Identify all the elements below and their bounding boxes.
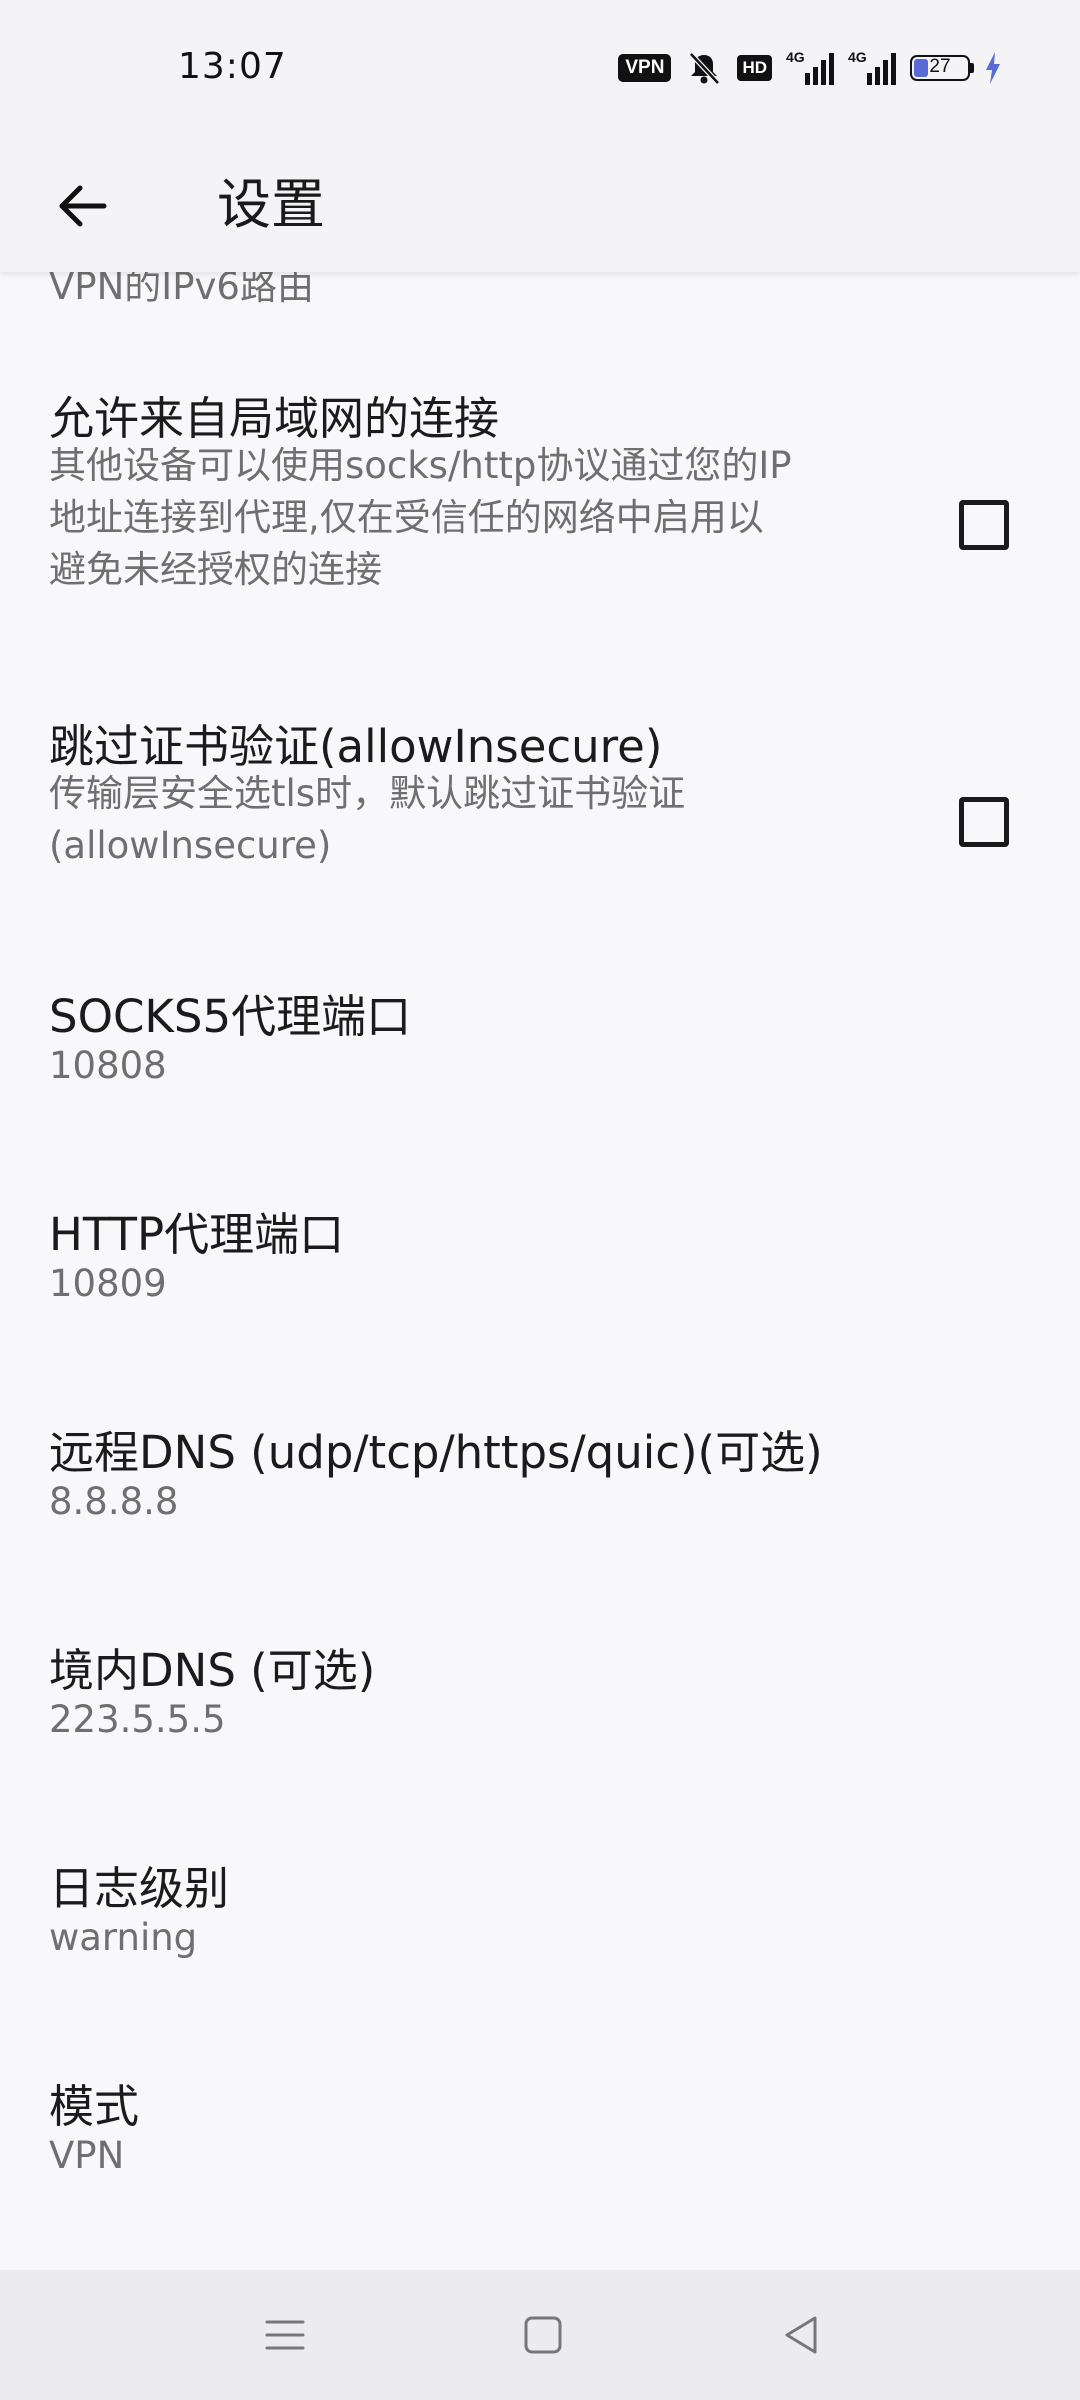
signal-4g-icon: 4G [786, 49, 834, 85]
pref-mode-title: 模式 [49, 2080, 140, 2133]
summary-line: 传输层安全选tls时，默认跳过证书验证 [49, 772, 686, 815]
pref-allow-insecure-title: 跳过证书验证(allowInsecure) [49, 720, 663, 773]
home-square-icon [524, 2316, 562, 2354]
status-time: 13:07 [178, 46, 287, 87]
status-bar: 13:07 VPN HD 4G 4G 27 [0, 0, 1080, 140]
pref-http-port-title: HTTP代理端口 [49, 1208, 345, 1261]
arrow-left-icon [59, 185, 107, 227]
pref-http-port[interactable]: HTTP代理端口 10809 [0, 1198, 1080, 1398]
recents-button[interactable] [245, 2295, 325, 2375]
pref-mode-value: VPN [49, 2134, 125, 2177]
pref-log-level-title: 日志级别 [49, 1862, 230, 1915]
battery-icon: 27 [910, 51, 1002, 85]
pref-allow-insecure[interactable]: 跳过证书验证(allowInsecure) 传输层安全选tls时，默认跳过证书验… [0, 710, 1080, 910]
charging-bolt-icon [984, 51, 1002, 85]
pref-socks-port[interactable]: SOCKS5代理端口 10808 [0, 980, 1080, 1180]
signal-2-label: 4G [848, 49, 867, 65]
back-triangle-icon [785, 2316, 817, 2354]
system-nav-bar [0, 2270, 1080, 2400]
pref-domestic-dns-value: 223.5.5.5 [49, 1698, 226, 1741]
pref-remote-dns-title: 远程DNS (udp/tcp/https/quic)(可选) [49, 1426, 823, 1479]
summary-line: 避免未经授权的连接 [49, 548, 382, 591]
page-title: 设置 [217, 173, 325, 236]
pref-allow-lan-summary: 其他设备可以使用socks/http协议通过您的IP 地址连接到代理,仅在受信任… [49, 440, 909, 596]
summary-line: 其他设备可以使用socks/http协议通过您的IP [49, 444, 792, 487]
pref-socks-port-value: 10808 [49, 1044, 167, 1087]
app-bar: 设置 [0, 140, 1080, 272]
allow-lan-checkbox[interactable] [959, 500, 1009, 550]
summary-line: 地址连接到代理,仅在受信任的网络中启用以 [49, 496, 764, 539]
hd-icon: HD [737, 55, 772, 81]
back-button[interactable] [40, 164, 124, 248]
pref-log-level[interactable]: 日志级别 warning [0, 1852, 1080, 2052]
muted-bell-icon [685, 50, 723, 86]
pref-remote-dns[interactable]: 远程DNS (udp/tcp/https/quic)(可选) 8.8.8.8 [0, 1416, 1080, 1616]
battery-level: 27 [929, 56, 951, 77]
pref-allow-lan[interactable]: 允许来自局域网的连接 其他设备可以使用socks/http协议通过您的IP 地址… [0, 382, 1080, 612]
pref-log-level-value: warning [49, 1916, 198, 1959]
ipv6-route-summary: VPN的IPv6路由 [49, 272, 314, 308]
menu-icon [265, 2320, 305, 2350]
pref-mode[interactable]: 模式 VPN [0, 2070, 1080, 2270]
signal-1-label: 4G [786, 49, 805, 65]
pref-domestic-dns-title: 境内DNS (可选) [49, 1644, 376, 1697]
pref-domestic-dns[interactable]: 境内DNS (可选) 223.5.5.5 [0, 1634, 1080, 1834]
home-button[interactable] [503, 2295, 583, 2375]
pref-remote-dns-value: 8.8.8.8 [49, 1480, 179, 1523]
signal-4g-icon: 4G [848, 49, 896, 85]
pref-allow-insecure-summary: 传输层安全选tls时，默认跳过证书验证 (allowInsecure) [49, 768, 909, 872]
summary-line: (allowInsecure) [49, 824, 332, 867]
settings-list: VPN的IPv6路由 允许来自局域网的连接 其他设备可以使用socks/http… [0, 272, 1080, 2270]
back-nav-button[interactable] [761, 2295, 841, 2375]
pref-allow-lan-title: 允许来自局域网的连接 [49, 392, 500, 445]
allow-insecure-checkbox[interactable] [959, 797, 1009, 847]
status-icons: VPN HD 4G 4G 27 [618, 48, 1002, 88]
pref-socks-port-title: SOCKS5代理端口 [49, 990, 412, 1043]
vpn-badge: VPN [618, 54, 672, 82]
pref-http-port-value: 10809 [49, 1262, 167, 1305]
